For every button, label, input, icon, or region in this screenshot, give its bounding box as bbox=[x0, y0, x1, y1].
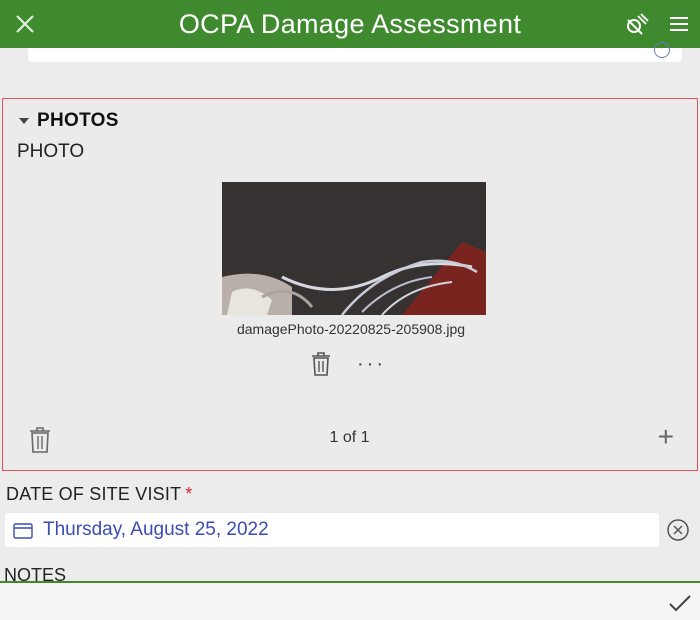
required-mark: * bbox=[185, 484, 193, 504]
photos-section: PHOTOS PHOTO damagePhoto-20220825-205908… bbox=[2, 98, 698, 471]
chevron-down-icon bbox=[19, 118, 29, 124]
date-value: Thursday, August 25, 2022 bbox=[43, 519, 269, 540]
plus-icon[interactable]: + bbox=[658, 423, 674, 451]
close-icon[interactable] bbox=[12, 11, 38, 37]
clear-icon[interactable] bbox=[664, 516, 692, 544]
more-icon[interactable]: ··· bbox=[357, 354, 386, 374]
gps-icon[interactable] bbox=[622, 12, 650, 38]
clear-icon[interactable] bbox=[654, 42, 670, 58]
photo-field-label: PHOTO bbox=[17, 141, 85, 162]
checkmark-icon[interactable] bbox=[668, 593, 692, 613]
date-input[interactable]: Thursday, August 25, 2022 bbox=[5, 513, 659, 547]
menu-icon[interactable] bbox=[668, 14, 690, 34]
title-bar: OCPA Damage Assessment bbox=[0, 0, 700, 48]
photo-filename: damagePhoto-20220825-205908.jpg bbox=[236, 321, 466, 337]
trash-icon[interactable] bbox=[309, 351, 333, 377]
photos-section-header[interactable]: PHOTOS bbox=[19, 110, 119, 132]
date-label-text: DATE OF SITE VISIT bbox=[6, 484, 182, 504]
previous-field bbox=[28, 42, 682, 62]
photos-section-title: PHOTOS bbox=[37, 110, 119, 131]
photo-thumbnail[interactable] bbox=[222, 182, 486, 315]
date-of-site-visit-label: DATE OF SITE VISIT * bbox=[6, 484, 193, 505]
photo-pager: 1 of 1 + bbox=[3, 409, 696, 469]
photo-actions: ··· bbox=[309, 351, 386, 377]
photo-counter: 1 of 1 bbox=[329, 429, 370, 446]
notes-label: NOTES bbox=[4, 565, 67, 581]
app-title: OCPA Damage Assessment bbox=[178, 8, 522, 39]
calendar-icon bbox=[13, 522, 33, 539]
bottom-bar bbox=[0, 581, 700, 620]
photo-image bbox=[222, 182, 486, 315]
